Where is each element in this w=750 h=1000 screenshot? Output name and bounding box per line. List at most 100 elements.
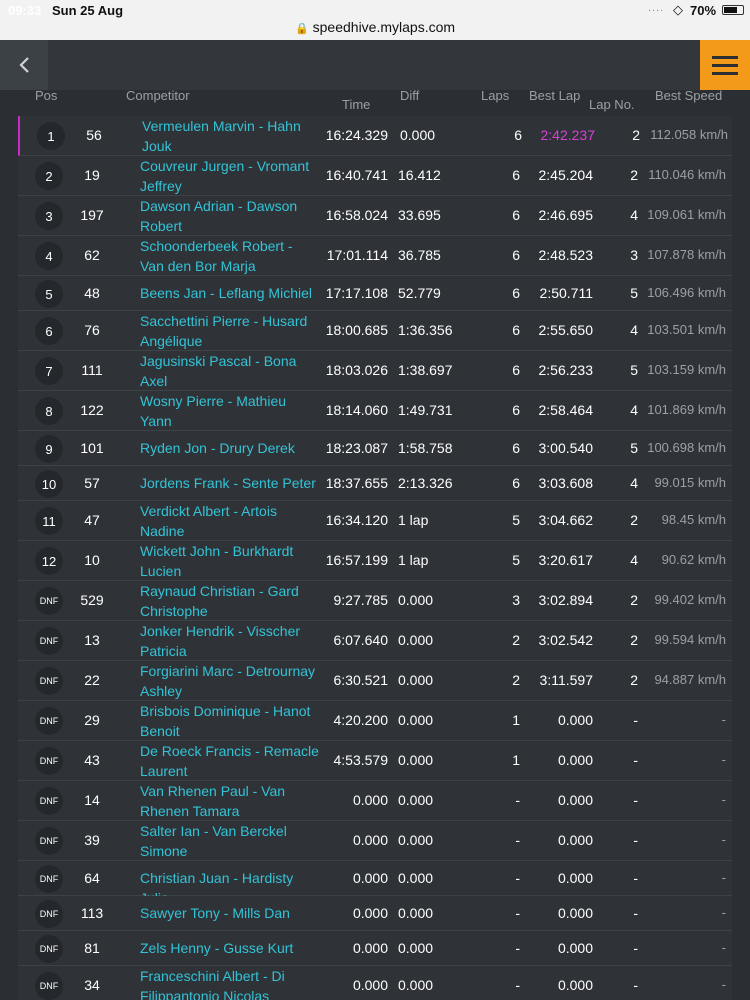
competitor-link[interactable]: Jonker Hendrik - Visscher Patricia bbox=[140, 621, 320, 661]
laps-value: 5 bbox=[512, 512, 520, 528]
time-value: 6:07.640 bbox=[333, 632, 389, 648]
time-value: 0.000 bbox=[352, 940, 388, 956]
competitor-link[interactable]: Sawyer Tony - Mills Dan bbox=[140, 903, 320, 923]
competitor-link[interactable]: Salter Ian - Van Berckel Simone bbox=[140, 821, 320, 861]
position-badge: DNF bbox=[35, 900, 63, 928]
battery-fill bbox=[724, 7, 737, 13]
best-lap-value: 2:56.233 bbox=[538, 362, 594, 378]
competitor-link[interactable]: Raynaud Christian - Gard Christophe bbox=[140, 581, 320, 621]
time-value: 0.000 bbox=[352, 832, 388, 848]
competitor-link[interactable]: Beens Jan - Leflang Michiel bbox=[140, 283, 320, 303]
best-speed-value: - bbox=[721, 712, 726, 727]
car-number: 13 bbox=[84, 632, 100, 648]
diff-value: 0.000 bbox=[400, 127, 436, 143]
best-speed-value: 101.869 km/h bbox=[647, 402, 726, 417]
competitor-link[interactable]: Verdickt Albert - Artois Nadine bbox=[140, 501, 320, 541]
header-diff[interactable]: Diff bbox=[400, 88, 419, 103]
table-row[interactable]: 7 111 Jagusinski Pascal - Bona Axel 18:03.0… bbox=[18, 351, 732, 391]
competitor-link[interactable]: Dawson Adrian - Dawson Robert bbox=[140, 196, 320, 236]
time-value: 16:34.120 bbox=[325, 512, 388, 528]
table-row[interactable]: 10 57 Jordens Frank - Sente Peter 18:37.655… bbox=[18, 466, 732, 501]
table-row[interactable]: DNF 529 Raynaud Christian - Gard Christoph… bbox=[18, 581, 732, 621]
table-row[interactable]: DNF 39 Salter Ian - Van Berckel Simone 0.00… bbox=[18, 821, 732, 861]
table-row[interactable]: 9 101 Ryden Jon - Drury Derek 18:23.087 1:58… bbox=[18, 431, 732, 466]
header-competitor[interactable]: Competitor bbox=[126, 88, 190, 103]
competitor-link[interactable]: Forgiarini Marc - Detrournay Ashley bbox=[140, 661, 320, 701]
address-bar[interactable]: 🔒 speedhive.mylaps.com bbox=[0, 19, 750, 35]
table-row[interactable]: DNF 13 Jonker Hendrik - Visscher Patricia 6… bbox=[18, 621, 732, 661]
table-row[interactable]: 5 48 Beens Jan - Leflang Michiel 17:17.108 5… bbox=[18, 276, 732, 311]
competitor-link[interactable]: Wosny Pierre - Mathieu Yann bbox=[140, 391, 320, 431]
competitor-link[interactable]: Couvreur Jurgen - Vromant Jeffrey bbox=[140, 156, 320, 196]
table-row[interactable]: 4 62 Schoonderbeek Robert - Van den Bor Ma… bbox=[18, 236, 732, 276]
table-row[interactable]: 11 47 Verdickt Albert - Artois Nadine 16:34… bbox=[18, 501, 732, 541]
lap-number-value: - bbox=[633, 832, 638, 848]
table-row[interactable]: DNF 14 Van Rhenen Paul - Van Rhenen Tamara… bbox=[18, 781, 732, 821]
best-speed-value: 90.62 km/h bbox=[661, 552, 726, 567]
diff-value: 1:58.758 bbox=[398, 440, 453, 456]
header-laps[interactable]: Laps bbox=[481, 88, 509, 103]
best-lap-value: 0.000 bbox=[557, 752, 593, 768]
table-row[interactable]: 3 197 Dawson Adrian - Dawson Robert 16:58.0… bbox=[18, 196, 732, 236]
competitor-link[interactable]: Zels Henny - Gusse Kurt bbox=[140, 938, 320, 958]
table-row[interactable]: 6 76 Sacchettini Pierre - Husard Angélique… bbox=[18, 311, 732, 351]
table-row[interactable]: 2 19 Couvreur Jurgen - Vromant Jeffrey 16:4… bbox=[18, 156, 732, 196]
time-value: 16:24.329 bbox=[325, 127, 388, 143]
best-speed-value: - bbox=[721, 870, 726, 885]
lap-number-value: 4 bbox=[630, 552, 638, 568]
laps-value: 6 bbox=[512, 362, 520, 378]
header-lap-no[interactable]: Lap No. bbox=[589, 97, 635, 112]
competitor-link[interactable]: Van Rhenen Paul - Van Rhenen Tamara bbox=[140, 781, 320, 821]
table-row[interactable]: DNF 29 Brisbois Dominique - Hanot Benoit 4:… bbox=[18, 701, 732, 741]
header-best-speed[interactable]: Best Speed bbox=[655, 88, 722, 103]
table-row[interactable]: DNF 43 De Roeck Francis - Remacle Laurent 4… bbox=[18, 741, 732, 781]
best-lap-value: 0.000 bbox=[557, 977, 593, 993]
car-number: 48 bbox=[84, 285, 100, 301]
lap-number-value: - bbox=[633, 977, 638, 993]
competitor-link[interactable]: Ryden Jon - Drury Derek bbox=[140, 438, 320, 458]
laps-value: 6 bbox=[512, 402, 520, 418]
competitor-link[interactable]: Vermeulen Marvin - Hahn Jouk bbox=[142, 116, 322, 156]
competitor-link[interactable]: Jagusinski Pascal - Bona Axel bbox=[140, 351, 320, 391]
car-number: 111 bbox=[81, 362, 103, 378]
wifi-icon: ◇ bbox=[673, 2, 683, 17]
table-row[interactable]: DNF64Christian Juan - Hardisty Julie0.00… bbox=[18, 861, 732, 906]
table-row[interactable]: DNF 22 Forgiarini Marc - Detrournay Ashley… bbox=[18, 661, 732, 701]
laps-value: - bbox=[515, 832, 520, 848]
time-value: 16:40.741 bbox=[325, 167, 388, 183]
table-row[interactable]: DNF 34 Franceschini Albert - Di Filippanto… bbox=[18, 966, 732, 1000]
competitor-link[interactable]: Brisbois Dominique - Hanot Benoit bbox=[140, 701, 320, 741]
laps-value: 6 bbox=[512, 207, 520, 223]
diff-value: 0.000 bbox=[398, 672, 434, 688]
car-number: 197 bbox=[80, 207, 104, 223]
table-row[interactable]: DNF 113 Sawyer Tony - Mills Dan 0.000 0.000 -… bbox=[18, 896, 732, 931]
table-row[interactable]: 1 56 Vermeulen Marvin - Hahn Jouk 16:24.329… bbox=[18, 116, 732, 156]
table-row[interactable]: 12 10 Wickett John - Burkhardt Lucien 16:57… bbox=[18, 541, 732, 581]
lap-number-value: 4 bbox=[630, 402, 638, 418]
competitor-link[interactable]: Jordens Frank - Sente Peter bbox=[140, 473, 320, 493]
competitor-link[interactable]: Schoonderbeek Robert - Van den Bor Marja bbox=[140, 236, 320, 276]
time-value: 16:58.024 bbox=[325, 207, 388, 223]
position-badge: DNF bbox=[35, 935, 63, 963]
navigation-bar bbox=[0, 40, 750, 90]
table-row[interactable]: 8 122 Wosny Pierre - Mathieu Yann 18:14.060… bbox=[18, 391, 732, 431]
car-number: 10 bbox=[84, 552, 100, 568]
hamburger-menu-button[interactable] bbox=[700, 40, 750, 90]
best-lap-value: 3:11.597 bbox=[539, 672, 593, 688]
best-speed-value: 103.501 km/h bbox=[647, 322, 726, 337]
back-button[interactable] bbox=[0, 40, 48, 90]
best-speed-value: - bbox=[721, 905, 726, 920]
header-pos[interactable]: Pos bbox=[35, 88, 57, 103]
competitor-link[interactable]: De Roeck Francis - Remacle Laurent bbox=[140, 741, 320, 781]
best-lap-value: 2:55.650 bbox=[538, 322, 594, 338]
competitor-link[interactable]: Franceschini Albert - Di Filippantonio N… bbox=[140, 966, 320, 1000]
header-best-lap[interactable]: Best Lap bbox=[529, 88, 580, 103]
best-lap-value: 0.000 bbox=[557, 905, 593, 921]
competitor-link[interactable]: Sacchettini Pierre - Husard Angélique bbox=[140, 311, 320, 351]
laps-value: 1 bbox=[512, 752, 520, 768]
lap-number-value: 2 bbox=[632, 127, 640, 143]
competitor-link[interactable]: Wickett John - Burkhardt Lucien bbox=[140, 541, 320, 581]
header-time[interactable]: Time bbox=[342, 97, 370, 112]
table-row[interactable]: DNF 81 Zels Henny - Gusse Kurt 0.000 0.000 - 0… bbox=[18, 931, 732, 966]
time-value: 0.000 bbox=[352, 905, 388, 921]
